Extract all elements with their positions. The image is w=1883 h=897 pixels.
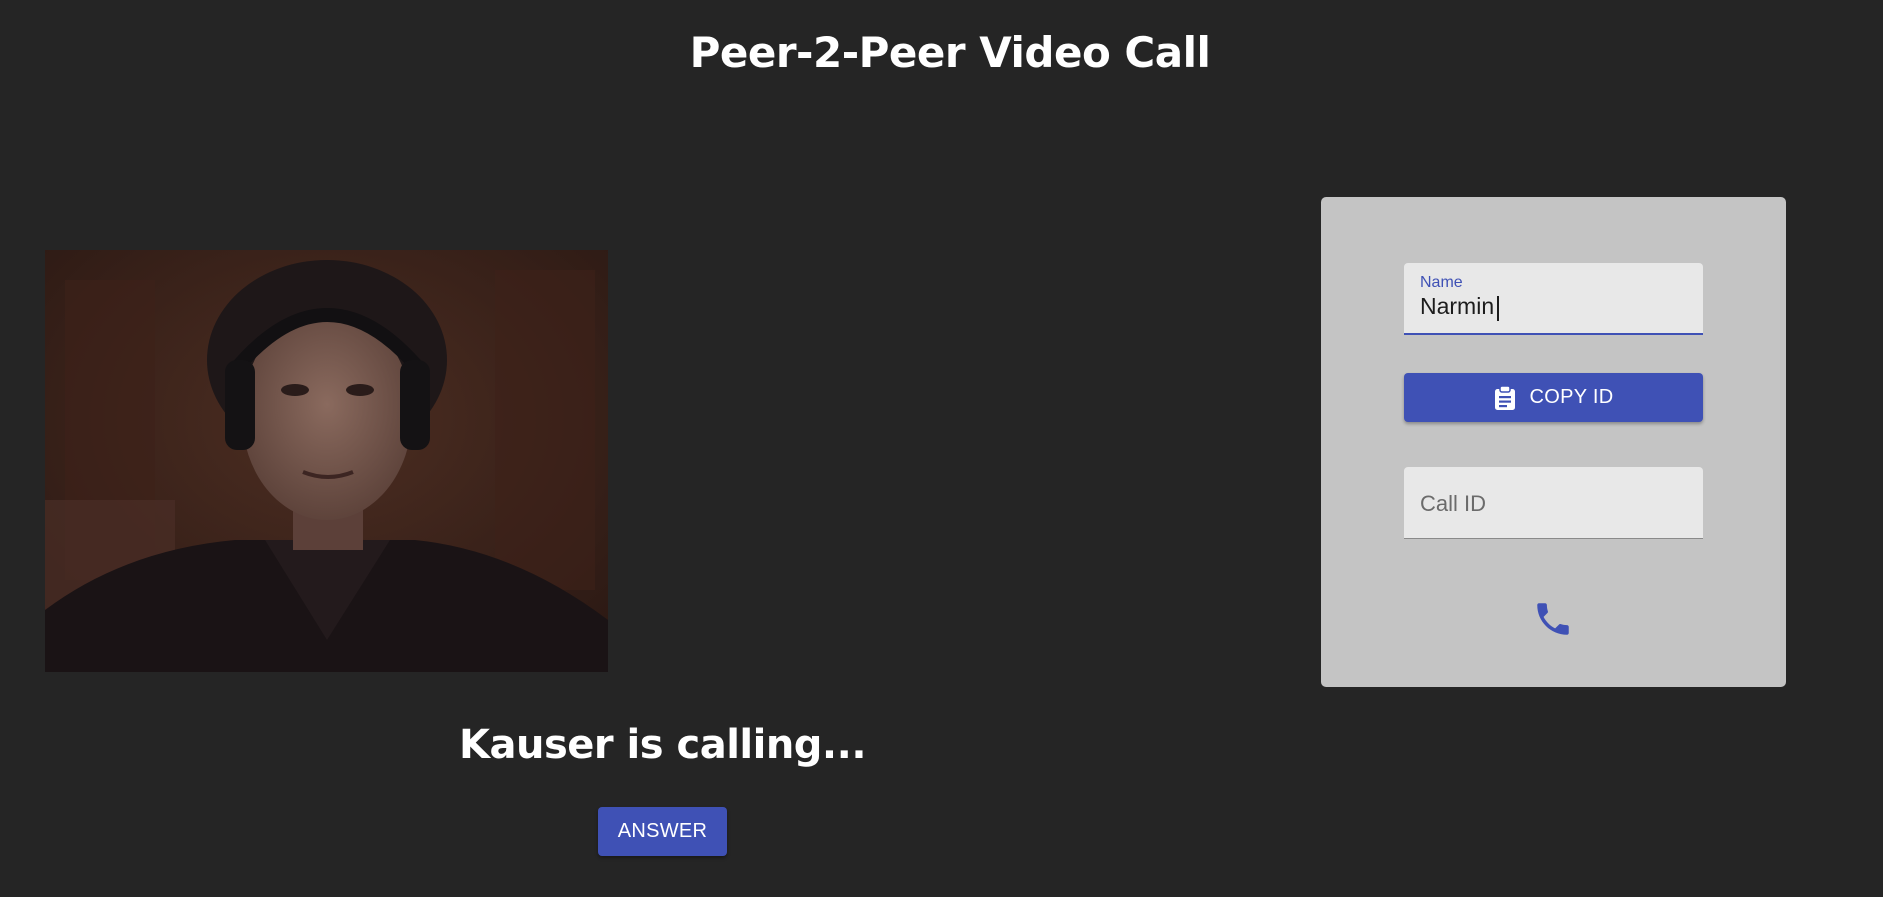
clipboard-icon — [1494, 385, 1516, 410]
copy-id-button[interactable]: COPY ID — [1404, 373, 1703, 422]
call-id-field[interactable] — [1404, 467, 1703, 539]
name-input[interactable] — [1420, 293, 1690, 320]
copy-id-label: COPY ID — [1529, 386, 1614, 408]
video-feed-image — [45, 250, 608, 672]
phone-icon — [1532, 598, 1574, 643]
call-button[interactable] — [1523, 590, 1583, 650]
incoming-call-message: Kauser is calling... — [458, 722, 867, 768]
answer-button[interactable]: ANSWER — [598, 807, 727, 856]
call-id-input[interactable] — [1420, 489, 1690, 519]
video-call-page: Peer-2-Peer Video Call Kauser is calling… — [0, 0, 1883, 897]
name-field-label: Name — [1420, 274, 1463, 291]
local-video — [45, 250, 608, 672]
page-title: Peer-2-Peer Video Call — [689, 28, 1211, 77]
call-controls-panel: Name COPY ID — [1321, 197, 1786, 687]
text-cursor — [1497, 296, 1499, 321]
name-field[interactable]: Name — [1404, 263, 1703, 335]
